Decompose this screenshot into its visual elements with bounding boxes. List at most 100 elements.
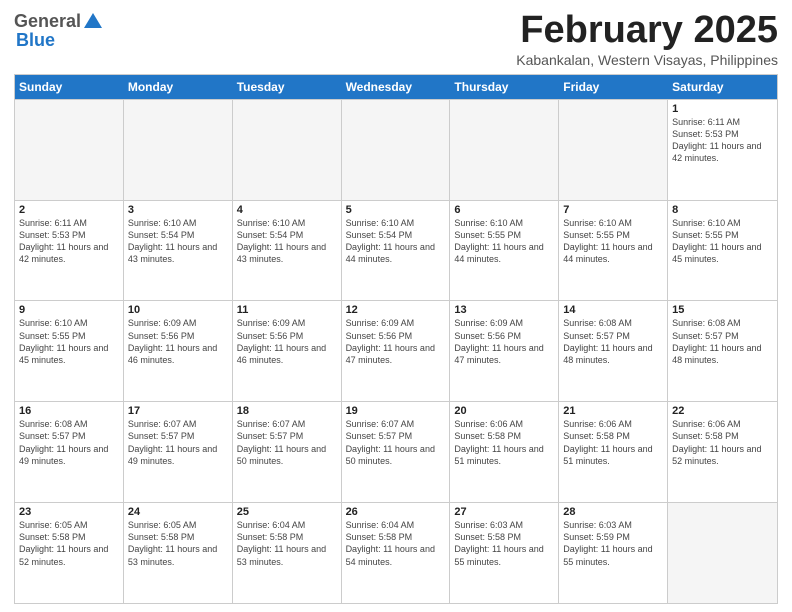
calendar-cell (124, 100, 233, 200)
cell-info: Sunrise: 6:09 AM Sunset: 5:56 PM Dayligh… (128, 317, 228, 366)
calendar-cell: 15Sunrise: 6:08 AM Sunset: 5:57 PM Dayli… (668, 301, 777, 401)
cell-info: Sunrise: 6:05 AM Sunset: 5:58 PM Dayligh… (128, 519, 228, 568)
cell-info: Sunrise: 6:10 AM Sunset: 5:55 PM Dayligh… (19, 317, 119, 366)
day-number: 13 (454, 304, 554, 316)
cell-info: Sunrise: 6:06 AM Sunset: 5:58 PM Dayligh… (454, 418, 554, 467)
calendar-cell: 17Sunrise: 6:07 AM Sunset: 5:57 PM Dayli… (124, 402, 233, 502)
calendar-cell: 2Sunrise: 6:11 AM Sunset: 5:53 PM Daylig… (15, 201, 124, 301)
cell-info: Sunrise: 6:10 AM Sunset: 5:54 PM Dayligh… (237, 217, 337, 266)
calendar-cell: 9Sunrise: 6:10 AM Sunset: 5:55 PM Daylig… (15, 301, 124, 401)
day-number: 10 (128, 304, 228, 316)
calendar-cell: 20Sunrise: 6:06 AM Sunset: 5:58 PM Dayli… (450, 402, 559, 502)
day-number: 15 (672, 304, 773, 316)
cell-info: Sunrise: 6:04 AM Sunset: 5:58 PM Dayligh… (237, 519, 337, 568)
calendar: SundayMondayTuesdayWednesdayThursdayFrid… (14, 74, 778, 604)
day-number: 2 (19, 204, 119, 216)
day-number: 18 (237, 405, 337, 417)
header-day-monday: Monday (124, 75, 233, 99)
cell-info: Sunrise: 6:11 AM Sunset: 5:53 PM Dayligh… (672, 116, 773, 165)
day-number: 14 (563, 304, 663, 316)
logo: General (14, 10, 104, 32)
calendar-cell: 22Sunrise: 6:06 AM Sunset: 5:58 PM Dayli… (668, 402, 777, 502)
cell-info: Sunrise: 6:05 AM Sunset: 5:58 PM Dayligh… (19, 519, 119, 568)
day-number: 17 (128, 405, 228, 417)
cell-info: Sunrise: 6:10 AM Sunset: 5:55 PM Dayligh… (563, 217, 663, 266)
day-number: 3 (128, 204, 228, 216)
header-day-friday: Friday (559, 75, 668, 99)
day-number: 28 (563, 506, 663, 518)
calendar-cell: 8Sunrise: 6:10 AM Sunset: 5:55 PM Daylig… (668, 201, 777, 301)
calendar-row-2: 2Sunrise: 6:11 AM Sunset: 5:53 PM Daylig… (15, 200, 777, 301)
calendar-cell (15, 100, 124, 200)
calendar-cell: 23Sunrise: 6:05 AM Sunset: 5:58 PM Dayli… (15, 503, 124, 603)
month-title: February 2025 (516, 10, 778, 52)
day-number: 9 (19, 304, 119, 316)
header-day-wednesday: Wednesday (342, 75, 451, 99)
calendar-cell: 21Sunrise: 6:06 AM Sunset: 5:58 PM Dayli… (559, 402, 668, 502)
calendar-cell (342, 100, 451, 200)
calendar-header: SundayMondayTuesdayWednesdayThursdayFrid… (15, 75, 777, 99)
calendar-cell (233, 100, 342, 200)
calendar-cell: 10Sunrise: 6:09 AM Sunset: 5:56 PM Dayli… (124, 301, 233, 401)
calendar-row-3: 9Sunrise: 6:10 AM Sunset: 5:55 PM Daylig… (15, 300, 777, 401)
cell-info: Sunrise: 6:10 AM Sunset: 5:54 PM Dayligh… (128, 217, 228, 266)
calendar-cell: 16Sunrise: 6:08 AM Sunset: 5:57 PM Dayli… (15, 402, 124, 502)
cell-info: Sunrise: 6:09 AM Sunset: 5:56 PM Dayligh… (346, 317, 446, 366)
calendar-cell: 4Sunrise: 6:10 AM Sunset: 5:54 PM Daylig… (233, 201, 342, 301)
calendar-row-1: 1Sunrise: 6:11 AM Sunset: 5:53 PM Daylig… (15, 99, 777, 200)
cell-info: Sunrise: 6:10 AM Sunset: 5:54 PM Dayligh… (346, 217, 446, 266)
calendar-cell: 6Sunrise: 6:10 AM Sunset: 5:55 PM Daylig… (450, 201, 559, 301)
calendar-cell: 1Sunrise: 6:11 AM Sunset: 5:53 PM Daylig… (668, 100, 777, 200)
calendar-cell: 13Sunrise: 6:09 AM Sunset: 5:56 PM Dayli… (450, 301, 559, 401)
calendar-cell: 3Sunrise: 6:10 AM Sunset: 5:54 PM Daylig… (124, 201, 233, 301)
calendar-cell (559, 100, 668, 200)
cell-info: Sunrise: 6:03 AM Sunset: 5:58 PM Dayligh… (454, 519, 554, 568)
location-title: Kabankalan, Western Visayas, Philippines (516, 52, 778, 68)
day-number: 24 (128, 506, 228, 518)
header: General Blue February 2025 Kabankalan, W… (14, 10, 778, 68)
day-number: 22 (672, 405, 773, 417)
day-number: 27 (454, 506, 554, 518)
logo-blue-text: Blue (16, 30, 55, 51)
cell-info: Sunrise: 6:10 AM Sunset: 5:55 PM Dayligh… (672, 217, 773, 266)
day-number: 6 (454, 204, 554, 216)
calendar-cell: 5Sunrise: 6:10 AM Sunset: 5:54 PM Daylig… (342, 201, 451, 301)
cell-info: Sunrise: 6:11 AM Sunset: 5:53 PM Dayligh… (19, 217, 119, 266)
cell-info: Sunrise: 6:09 AM Sunset: 5:56 PM Dayligh… (237, 317, 337, 366)
day-number: 16 (19, 405, 119, 417)
header-day-tuesday: Tuesday (233, 75, 342, 99)
day-number: 20 (454, 405, 554, 417)
cell-info: Sunrise: 6:08 AM Sunset: 5:57 PM Dayligh… (563, 317, 663, 366)
calendar-cell: 25Sunrise: 6:04 AM Sunset: 5:58 PM Dayli… (233, 503, 342, 603)
day-number: 26 (346, 506, 446, 518)
calendar-body: 1Sunrise: 6:11 AM Sunset: 5:53 PM Daylig… (15, 99, 777, 603)
day-number: 5 (346, 204, 446, 216)
cell-info: Sunrise: 6:07 AM Sunset: 5:57 PM Dayligh… (128, 418, 228, 467)
calendar-cell: 14Sunrise: 6:08 AM Sunset: 5:57 PM Dayli… (559, 301, 668, 401)
cell-info: Sunrise: 6:08 AM Sunset: 5:57 PM Dayligh… (672, 317, 773, 366)
day-number: 1 (672, 103, 773, 115)
logo-general-text: General (14, 12, 81, 30)
logo-area: General Blue (14, 10, 104, 51)
cell-info: Sunrise: 6:07 AM Sunset: 5:57 PM Dayligh… (346, 418, 446, 467)
header-day-sunday: Sunday (15, 75, 124, 99)
page: General Blue February 2025 Kabankalan, W… (0, 0, 792, 612)
cell-info: Sunrise: 6:07 AM Sunset: 5:57 PM Dayligh… (237, 418, 337, 467)
day-number: 21 (563, 405, 663, 417)
day-number: 25 (237, 506, 337, 518)
day-number: 23 (19, 506, 119, 518)
calendar-cell: 12Sunrise: 6:09 AM Sunset: 5:56 PM Dayli… (342, 301, 451, 401)
cell-info: Sunrise: 6:06 AM Sunset: 5:58 PM Dayligh… (672, 418, 773, 467)
day-number: 4 (237, 204, 337, 216)
calendar-cell: 7Sunrise: 6:10 AM Sunset: 5:55 PM Daylig… (559, 201, 668, 301)
day-number: 8 (672, 204, 773, 216)
header-day-thursday: Thursday (450, 75, 559, 99)
calendar-cell: 26Sunrise: 6:04 AM Sunset: 5:58 PM Dayli… (342, 503, 451, 603)
calendar-cell (450, 100, 559, 200)
cell-info: Sunrise: 6:09 AM Sunset: 5:56 PM Dayligh… (454, 317, 554, 366)
cell-info: Sunrise: 6:10 AM Sunset: 5:55 PM Dayligh… (454, 217, 554, 266)
day-number: 11 (237, 304, 337, 316)
calendar-row-4: 16Sunrise: 6:08 AM Sunset: 5:57 PM Dayli… (15, 401, 777, 502)
logo-icon (82, 10, 104, 32)
calendar-cell: 28Sunrise: 6:03 AM Sunset: 5:59 PM Dayli… (559, 503, 668, 603)
